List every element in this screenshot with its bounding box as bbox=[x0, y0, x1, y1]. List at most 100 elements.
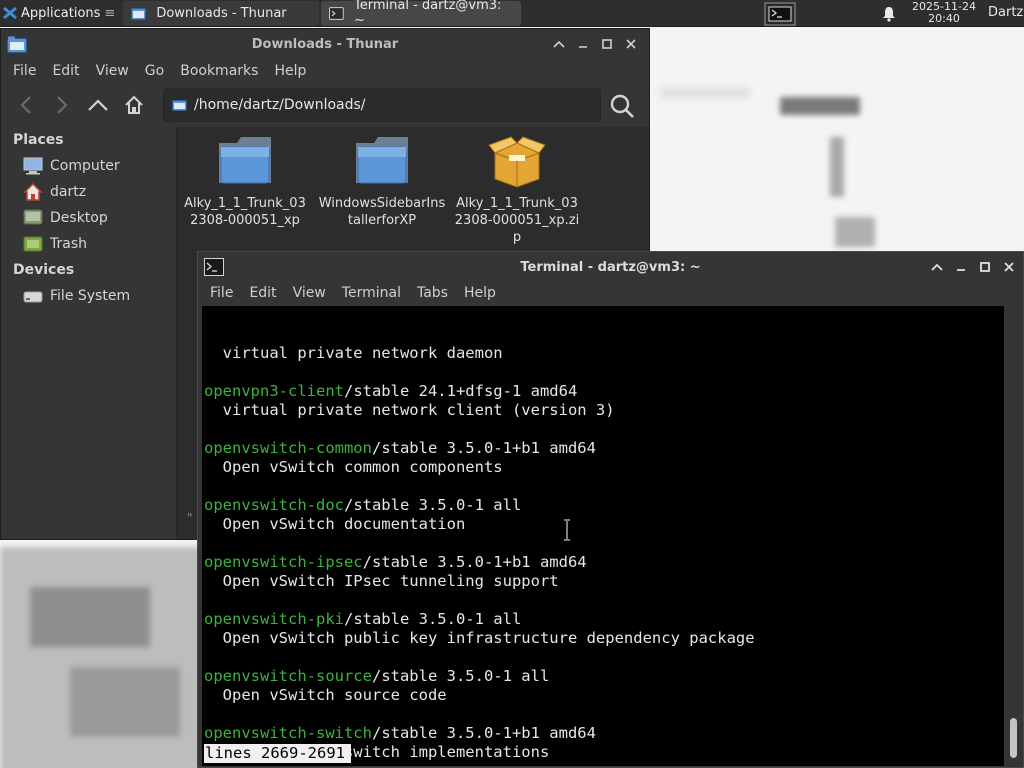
applications-menu-button[interactable]: Applications ≡ bbox=[0, 0, 121, 27]
sidebar-item-computer[interactable]: Computer bbox=[1, 153, 176, 179]
maximize-icon bbox=[602, 39, 612, 49]
line-text: /stable 3.5.0-1 all bbox=[343, 496, 522, 514]
computer-icon bbox=[23, 157, 43, 175]
terminal-launcher-icon bbox=[764, 2, 796, 25]
arrow-right-icon bbox=[57, 96, 68, 114]
terminal-line: openvswitch-common/stable 3.5.0-1+b1 amd… bbox=[204, 439, 1004, 458]
arrow-left-icon bbox=[20, 96, 31, 114]
sidebar-item-label: dartz bbox=[50, 184, 87, 200]
terminal-launcher-button[interactable] bbox=[762, 1, 798, 26]
line-text: virtual private network daemon bbox=[204, 344, 503, 362]
file-item[interactable]: Alky_1_1_Trunk_03 2308-000051_xp.zi p bbox=[452, 133, 582, 246]
terminal-maximize-button[interactable] bbox=[975, 257, 995, 277]
thunar-close-button[interactable] bbox=[621, 34, 641, 54]
terminal-line: openvswitch-doc/stable 3.5.0-1 all bbox=[204, 496, 1004, 515]
sidebar-item-home[interactable]: dartz bbox=[1, 179, 176, 205]
panel-clock[interactable]: 2025-11-24 20:40 bbox=[906, 1, 982, 25]
thunar-minimize-button[interactable] bbox=[573, 34, 593, 54]
location-bar[interactable]: /home/dartz/Downloads/ bbox=[163, 88, 601, 122]
taskbar-button-thunar[interactable]: Downloads - Thunar bbox=[123, 0, 320, 26]
minimize-icon bbox=[579, 46, 587, 48]
sidebar-item-label: File System bbox=[50, 288, 131, 304]
back-button[interactable] bbox=[11, 90, 41, 120]
terminal-close-button[interactable] bbox=[999, 257, 1019, 277]
terminal-menu-file[interactable]: File bbox=[202, 285, 241, 301]
sidebar-item-label: Desktop bbox=[50, 210, 108, 226]
package-name: openvswitch-doc bbox=[204, 496, 344, 514]
thunar-menu-help[interactable]: Help bbox=[266, 63, 314, 79]
line-text: Open vSwitch public key infrastructure d… bbox=[204, 629, 755, 647]
file-item[interactable]: Alky_1_1_Trunk_03 2308-000051_xp bbox=[180, 133, 310, 229]
terminal-menu-terminal[interactable]: Terminal bbox=[334, 285, 409, 301]
package-name: openvswitch-source bbox=[204, 667, 372, 685]
home-button[interactable] bbox=[119, 90, 149, 120]
thunar-maximize-button[interactable] bbox=[597, 34, 617, 54]
forward-button[interactable] bbox=[47, 90, 77, 120]
thunar-titlebar[interactable]: Downloads - Thunar bbox=[1, 29, 649, 59]
terminal-icon bbox=[329, 6, 345, 20]
terminal-output[interactable]: virtual private network daemon openvpn3-c… bbox=[202, 306, 1004, 766]
folder-icon bbox=[172, 100, 187, 111]
user-menu[interactable]: Dartz bbox=[988, 5, 1023, 20]
package-name: openvswitch-common bbox=[204, 439, 372, 457]
close-icon bbox=[1004, 262, 1014, 272]
file-name-line: tallerforXP bbox=[347, 213, 417, 228]
home-icon bbox=[125, 95, 143, 114]
file-item[interactable]: WindowsSidebarIns tallerforXP bbox=[317, 133, 447, 229]
text-cursor-icon bbox=[564, 519, 570, 541]
taskbar-button-terminal[interactable]: Terminal - dartz@vm3: ~ bbox=[321, 0, 522, 28]
scrollbar-thumb[interactable] bbox=[1010, 718, 1017, 758]
pager-status: lines 2669-2691 bbox=[204, 744, 351, 763]
line-text: /stable 24.1+dfsg-1 amd64 bbox=[343, 382, 578, 400]
sidebar-item-desktop[interactable]: Desktop bbox=[1, 205, 176, 231]
terminal-line: openvswitch-switch/stable 3.5.0-1+b1 amd… bbox=[204, 724, 1004, 743]
terminal-menu-view[interactable]: View bbox=[285, 285, 334, 301]
desktop-icon bbox=[23, 209, 43, 225]
thunar-menubar: File Edit View Go Bookmarks Help bbox=[1, 59, 649, 83]
sidebar-item-label: Computer bbox=[50, 158, 120, 174]
thunar-menu-view[interactable]: View bbox=[88, 63, 137, 79]
file-name-line: Alky_1_1_Trunk_03 bbox=[184, 196, 306, 211]
search-icon[interactable] bbox=[607, 91, 637, 121]
file-name-line: Alky_1_1_Trunk_03 bbox=[456, 196, 578, 211]
terminal-line: openvpn3-client/stable 24.1+dfsg-1 amd64 bbox=[204, 382, 1004, 401]
terminal-titlebar[interactable]: Terminal - dartz@vm3: ~ bbox=[198, 252, 1023, 282]
file-name-line: WindowsSidebarIns bbox=[318, 196, 446, 211]
terminal-line: Open vSwitch common components bbox=[204, 458, 1004, 477]
folder-icon bbox=[131, 7, 147, 20]
line-text: Open vSwitch common components bbox=[204, 458, 503, 476]
terminal-scrollbar[interactable] bbox=[1006, 306, 1023, 766]
thunar-menu-file[interactable]: File bbox=[5, 63, 44, 79]
location-path: /home/dartz/Downloads/ bbox=[194, 97, 366, 113]
notification-bell-icon[interactable] bbox=[880, 5, 898, 23]
folder-icon bbox=[219, 137, 271, 184]
terminal-menu-edit[interactable]: Edit bbox=[241, 285, 284, 301]
taskbar-label-terminal: Terminal - dartz@vm3: ~ bbox=[354, 0, 502, 28]
terminal-menu-tabs[interactable]: Tabs bbox=[409, 285, 456, 301]
terminal-line: virtual private network client (version … bbox=[204, 401, 1004, 420]
terminal-minimize-button[interactable] bbox=[951, 257, 971, 277]
parent-folder-button[interactable] bbox=[83, 90, 113, 120]
terminal-shade-button[interactable] bbox=[927, 257, 947, 277]
chevron-up-icon bbox=[553, 40, 565, 48]
terminal-line: openvswitch-source/stable 3.5.0-1 all bbox=[204, 667, 1004, 686]
thunar-menu-go[interactable]: Go bbox=[137, 63, 172, 79]
thunar-menu-bookmarks[interactable]: Bookmarks bbox=[172, 63, 266, 79]
line-text: /stable 3.5.0-1+b1 amd64 bbox=[362, 553, 587, 571]
terminal-line: virtual private network daemon bbox=[204, 344, 1004, 363]
places-heading: Places bbox=[13, 132, 64, 148]
sidebar-item-trash[interactable]: Trash bbox=[1, 231, 176, 257]
sidebar-item-filesystem[interactable]: File System bbox=[1, 283, 176, 309]
applications-menu-glyph: ≡ bbox=[104, 5, 116, 21]
terminal-menu-help[interactable]: Help bbox=[456, 285, 504, 301]
thunar-shade-button[interactable] bbox=[549, 34, 569, 54]
thunar-menu-edit[interactable]: Edit bbox=[44, 63, 87, 79]
arrow-up-icon bbox=[88, 99, 108, 111]
terminal-line: Open vSwitch IPsec tunneling support bbox=[204, 572, 1004, 591]
line-text: Open vSwitch source code bbox=[204, 686, 447, 704]
